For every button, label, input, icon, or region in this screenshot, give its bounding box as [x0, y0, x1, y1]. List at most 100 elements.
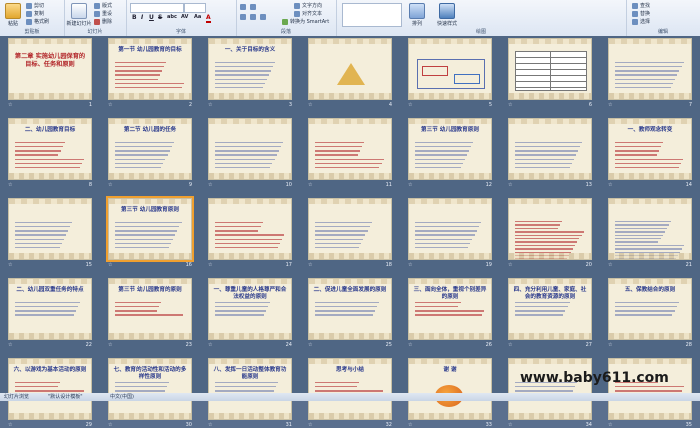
slide-thumbnail[interactable] [308, 118, 392, 180]
italic-button[interactable]: I [141, 14, 143, 21]
font-size-box[interactable] [184, 3, 206, 13]
format-painter-button[interactable]: 格式刷 [26, 18, 49, 25]
slide-title: 第二章 实施幼儿园保育的目标、任务和原则 [14, 53, 86, 68]
slide-thumbnail[interactable]: 第三节 幼儿园教育的原则 [108, 278, 192, 340]
slide-thumbnail[interactable] [608, 358, 692, 420]
slide-thumbnail[interactable]: 二、幼儿园双重任务的特点 [8, 278, 92, 340]
slide-thumbnail[interactable] [608, 38, 692, 100]
numbering-button[interactable] [250, 4, 256, 10]
slide-number: 26 [485, 342, 492, 348]
slide-thumbnail[interactable] [608, 198, 692, 260]
slide-thumbnail[interactable]: 三、面向全体，重视个别差异的原则 [408, 278, 492, 340]
slide-thumbnail[interactable]: 一、教师观念转变 [608, 118, 692, 180]
bold-button[interactable]: B [132, 14, 137, 21]
slide-thumbnail[interactable]: 第三节 幼儿园教育原则 [408, 118, 492, 180]
select-button[interactable]: 选择 [632, 18, 650, 25]
quick-styles-icon [439, 3, 455, 19]
slide-thumbnail[interactable]: 第二节 幼儿园的任务 [108, 118, 192, 180]
underline-button[interactable]: U [149, 14, 154, 21]
slide-thumbnail[interactable]: 一、关于目标的含义 [208, 38, 292, 100]
slide-thumbnail[interactable]: 七、教育的活动性和活动的多样性原则 [108, 358, 192, 420]
transition-star-icon: ☆ [408, 422, 413, 428]
slide-thumbnail[interactable]: 六、以游戏为基本活动的原则 [8, 358, 92, 420]
reset-button[interactable]: 重设 [94, 10, 112, 17]
slide-thumbnail[interactable]: 谢 谢 [408, 358, 492, 420]
strikethrough-button[interactable]: S [158, 14, 162, 21]
slide-number: 1 [88, 102, 92, 108]
copy-button[interactable]: 复制 [26, 10, 44, 17]
slide-thumbnail[interactable] [208, 118, 292, 180]
slide-thumbnail[interactable]: 二、幼儿园教育目标 [8, 118, 92, 180]
smartart-button[interactable]: 转换为 SmartArt [282, 18, 329, 25]
align-right-icon [260, 14, 266, 20]
slide-thumbnail[interactable]: 第二章 实施幼儿园保育的目标、任务和原则 [8, 38, 92, 100]
transition-star-icon: ☆ [308, 102, 313, 108]
slide-title: 第二节 幼儿园的任务 [123, 127, 177, 133]
slide-number: 30 [185, 422, 192, 428]
text-direction-button[interactable]: 文字方向 [294, 2, 322, 9]
slide-number: 34 [585, 422, 592, 428]
copy-icon [26, 10, 32, 17]
slide-thumbnail[interactable] [308, 198, 392, 260]
transition-star-icon: ☆ [108, 262, 113, 268]
paste-button[interactable]: 粘贴 [2, 1, 24, 27]
arrange-button[interactable]: 排列 [406, 1, 428, 27]
slide-thumbnail[interactable] [408, 198, 492, 260]
slide-thumbnail[interactable] [8, 198, 92, 260]
transition-star-icon: ☆ [208, 422, 213, 428]
slide-thumbnail[interactable]: 八、发挥一日活动整体教育功能原则 [208, 358, 292, 420]
align-text-button[interactable]: 对齐文本 [294, 10, 322, 17]
slide-number: 21 [685, 262, 692, 268]
slide-thumbnail[interactable]: 五、保教结合的原则 [608, 278, 692, 340]
char-spacing-button[interactable]: AV [181, 14, 188, 20]
align-center-icon [250, 14, 256, 20]
numbering-icon [250, 4, 256, 10]
transition-star-icon: ☆ [108, 422, 113, 428]
slide-thumbnail[interactable]: 思考与小结 [308, 358, 392, 420]
status-language: 中文(中国) [110, 394, 134, 400]
slide-thumbnail[interactable] [308, 38, 392, 100]
drawing-group: 排列 快速样式 绘图 [336, 0, 627, 36]
quick-styles-button[interactable]: 快速样式 [432, 1, 462, 27]
slide-number: 4 [388, 102, 392, 108]
font-name-box[interactable] [130, 3, 184, 13]
font-color-button[interactable]: A [206, 14, 211, 23]
find-button[interactable]: 查找 [632, 2, 650, 9]
slide-thumbnail[interactable] [508, 118, 592, 180]
slide-thumbnail[interactable] [508, 38, 592, 100]
shapes-gallery[interactable] [342, 3, 402, 27]
slide-number: 25 [385, 342, 392, 348]
new-slide-button[interactable]: 新建幻灯片 [66, 1, 92, 27]
transition-star-icon: ☆ [608, 262, 613, 268]
align-left-button[interactable] [240, 14, 246, 20]
slide-thumbnail[interactable]: 二、促进儿童全面发展的原则 [308, 278, 392, 340]
slide-thumbnail[interactable]: 第三节 幼儿园教育原则 [106, 196, 194, 262]
slide-title: 思考与小结 [336, 367, 364, 373]
slide-thumbnail[interactable]: 一、尊重儿童的人格尊严和合法权益的原则 [208, 278, 292, 340]
slide-thumbnail[interactable] [508, 358, 592, 420]
replace-button[interactable]: 替换 [632, 10, 650, 17]
slide-thumbnail[interactable]: 第一节 幼儿园教育的目标 [108, 38, 192, 100]
slide-thumbnail[interactable] [208, 198, 292, 260]
shadow-button[interactable]: abc [167, 14, 177, 20]
transition-star-icon: ☆ [608, 342, 613, 348]
slide-number: 5 [488, 102, 492, 108]
cut-button[interactable]: 剪切 [26, 2, 44, 9]
slide-thumbnail[interactable] [508, 198, 592, 260]
delete-button[interactable]: 删除 [94, 18, 112, 25]
slide-thumbnail[interactable]: 四、充分利用儿童、家庭、社会的教育资源的原则 [508, 278, 592, 340]
layout-button[interactable]: 版式 [94, 2, 112, 9]
slide-thumbnail[interactable] [408, 38, 492, 100]
transition-star-icon: ☆ [308, 262, 313, 268]
slide-number: 27 [585, 342, 592, 348]
slide-title: 一、关于目标的含义 [224, 47, 276, 53]
bullets-button[interactable] [240, 4, 246, 10]
align-center-button[interactable] [250, 14, 256, 20]
slide-number: 28 [685, 342, 692, 348]
align-right-button[interactable] [260, 14, 266, 20]
transition-star-icon: ☆ [108, 182, 113, 188]
align-text-icon [294, 10, 300, 17]
change-case-button[interactable]: Aa [194, 14, 201, 20]
slide-number: 10 [285, 182, 292, 188]
transition-star-icon: ☆ [608, 422, 613, 428]
